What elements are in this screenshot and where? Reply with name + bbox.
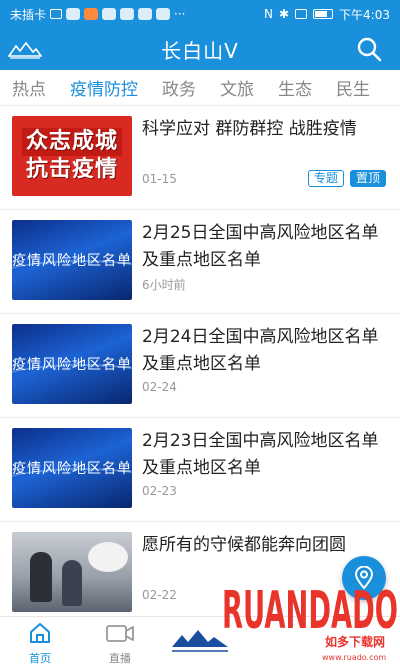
wifi-icon [66,8,81,20]
mountain-logo[interactable] [170,625,230,659]
watermark-tagline: 如多下载网 [325,634,385,649]
news-date: 01-15 [142,172,177,186]
photo-figure [88,542,128,572]
tab-government[interactable]: 政务 [150,75,208,100]
watermark-url: www.ruado.com [322,653,386,662]
tab-epidemic-prevention[interactable]: 疫情防控 [58,75,150,100]
tab-culture-tourism[interactable]: 文旅 [208,75,266,100]
news-thumbnail: 疫情风险地区名单 [12,220,132,300]
clock-text: 下午4:03 [339,7,390,22]
app-notification-icon [84,8,99,20]
carrier-text: 未插卡 [10,7,47,22]
banner-text: 抗击疫情 [25,157,118,182]
bluetooth-icon: ✱ [278,7,290,21]
pinned-tag: 置顶 [349,170,386,187]
news-thumbnail: 众志成城 抗击疫情 [12,116,132,196]
news-item[interactable]: 疫情风险地区名单 2月23日全国中高风险地区名单及重点地区名单 02-23 [0,418,400,522]
news-date: 6小时前 [142,278,186,292]
news-thumbnail: 疫情风险地区名单 [12,428,132,508]
news-list: 众志成城 抗击疫情 科学应对 群防群控 战胜疫情 01-15 专题 置顶 疫情风… [0,106,400,616]
app-notification-icon [102,8,117,20]
news-title: 愿所有的守候都能奔向团圆 [142,535,346,555]
home-icon [30,623,50,643]
more-notifications-icon: ··· [174,7,186,21]
tab-hot[interactable]: 热点 [0,75,58,100]
tab-ecology[interactable]: 生态 [266,75,324,100]
app-notification-icon [156,8,171,20]
news-thumbnail: 疫情风险地区名单 [12,324,132,404]
photo-figure [62,560,82,606]
video-camera-icon [106,625,134,642]
news-title: 2月23日全国中高风险地区名单及重点地区名单 [142,431,379,478]
watermark-brand: RUANDADO [222,582,398,641]
app-header: 长白山V [0,28,400,70]
mountain-logo[interactable] [8,40,42,60]
nav-home[interactable]: 首页 [10,621,70,666]
news-item[interactable]: 疫情风险地区名单 2月25日全国中高风险地区名单及重点地区名单 6小时前 [0,210,400,314]
nav-live[interactable]: 直播 [90,621,150,666]
news-date: 02-23 [142,484,177,498]
nav-home-label: 首页 [29,652,51,665]
topic-tag: 专题 [307,170,344,187]
battery-icon [313,9,334,19]
thumbnail-caption: 疫情风险地区名单 [12,357,132,373]
tab-livelihood[interactable]: 民生 [324,75,382,100]
thumbnail-caption: 疫情风险地区名单 [12,253,132,269]
category-tabs: 热点 疫情防控 政务 文旅 生态 民生 [0,70,400,106]
thumbnail-caption: 疫情风险地区名单 [12,461,132,477]
status-bar: 未插卡 ··· N ✱ 下午4:03 [0,0,400,28]
news-title: 科学应对 群防群控 战胜疫情 [142,119,357,139]
nfc-icon: N [264,7,273,21]
news-item[interactable]: 疫情风险地区名单 2月24日全国中高风险地区名单及重点地区名单 02-24 [0,314,400,418]
sim-icon [50,9,63,19]
nav-live-label: 直播 [109,652,131,665]
news-thumbnail [12,532,132,612]
app-notification-icon [120,8,135,20]
search-icon[interactable] [356,36,382,62]
app-notification-icon [138,8,153,20]
watermark-logo: RUANDADO 如多下载网 www.ruado.com [222,582,398,662]
photo-figure [30,552,52,602]
news-date: 02-24 [142,380,177,394]
news-date: 02-22 [142,588,177,602]
news-title: 2月24日全国中高风险地区名单及重点地区名单 [142,327,379,374]
news-title: 2月25日全国中高风险地区名单及重点地区名单 [142,223,379,270]
page-title: 长白山V [161,38,239,63]
news-item[interactable]: 众志成城 抗击疫情 科学应对 群防群控 战胜疫情 01-15 专题 置顶 [0,106,400,210]
banner-text: 众志成城 [21,128,122,156]
vibrate-icon [295,9,308,19]
